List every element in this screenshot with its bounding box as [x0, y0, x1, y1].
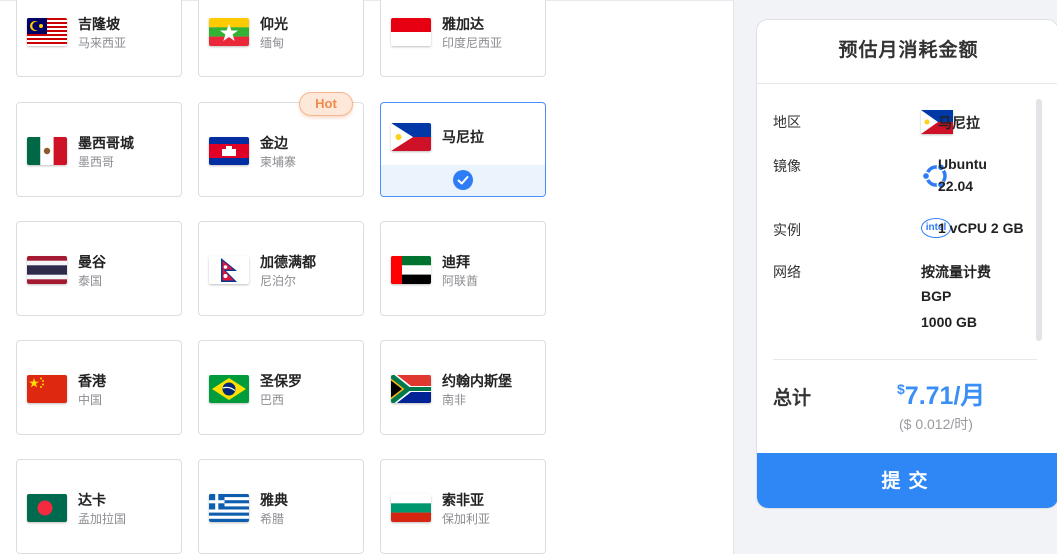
region-name: 吉隆坡: [78, 16, 120, 32]
region-country: 印度尼西亚: [442, 36, 503, 50]
currency-symbol: $: [897, 381, 905, 397]
region-name: 曼谷: [78, 254, 106, 270]
region-name: 墨西哥城: [78, 135, 134, 151]
network-type: BGP: [921, 288, 952, 304]
region-country: 巴西: [260, 393, 285, 407]
bulgaria-flag-icon: [391, 494, 431, 522]
region-country: 尼泊尔: [260, 274, 297, 288]
indonesia-flag-icon: [391, 18, 431, 46]
image-label: 镜像: [773, 158, 801, 174]
region-card-johannesburg[interactable]: 约翰内斯堡 南非: [380, 340, 546, 435]
panel-title: 预估月消耗金额: [757, 20, 1057, 84]
submit-button[interactable]: 提交: [757, 453, 1057, 508]
region-country: 希腊: [260, 512, 285, 526]
hourly-price: ($ 0.012/时): [899, 416, 973, 432]
region-name: 圣保罗: [260, 373, 302, 389]
region-card-jakarta[interactable]: 雅加达 印度尼西亚: [380, 0, 546, 77]
region-name: 雅加达: [442, 16, 484, 32]
region-card-athens[interactable]: 雅典 希腊: [198, 459, 364, 554]
instance-label: 实例: [773, 222, 801, 238]
region-name: 金边: [260, 135, 288, 151]
monthly-price: $7.71/月: [897, 376, 985, 412]
total-label: 总计: [773, 388, 812, 409]
region-name: 香港: [78, 373, 106, 389]
region-card-sao-paulo[interactable]: 圣保罗 巴西: [198, 340, 364, 435]
image-version: 22.04: [938, 178, 974, 194]
region-name: 仰光: [260, 16, 288, 32]
region-label: 地区: [773, 114, 801, 130]
region-country: 中国: [78, 393, 103, 407]
check-icon: [453, 170, 473, 190]
region-name: 加德满都: [260, 254, 316, 270]
region-card-sofia[interactable]: 索非亚 保加利亚: [380, 459, 546, 554]
region-selector: 吉隆坡 马来西亚 仰光 缅甸 雅加达 印度尼西亚 墨西哥城 墨西哥 金边 柬埔寨…: [0, 0, 733, 554]
region-country: 泰国: [78, 274, 103, 288]
order-sidebar: 预估月消耗金额 地区 马尼拉 镜像 Ubuntu 22.04 实例 intel …: [733, 0, 1057, 554]
region-country: 缅甸: [260, 36, 285, 50]
region-card-mexico-city[interactable]: 墨西哥城 墨西哥: [16, 102, 182, 197]
bangladesh-flag-icon: [27, 494, 67, 522]
region-country: 墨西哥: [78, 155, 115, 169]
region-name: 索非亚: [442, 492, 484, 508]
uae-flag-icon: [391, 256, 431, 284]
region-value: 马尼拉: [938, 115, 980, 131]
region-name: 雅典: [260, 492, 288, 508]
philippines-flag-icon: [391, 123, 431, 151]
price-amount: 7.71/月: [904, 382, 986, 410]
region-card-hong-kong[interactable]: 香港 中国: [16, 340, 182, 435]
region-country: 阿联酋: [442, 274, 479, 288]
nepal-flag-icon: [209, 256, 249, 284]
south-africa-flag-icon: [391, 375, 431, 403]
region-name: 达卡: [78, 492, 106, 508]
network-billing: 按流量计费: [921, 264, 991, 280]
malaysia-flag-icon: [27, 18, 67, 46]
cost-estimate-panel: 预估月消耗金额 地区 马尼拉 镜像 Ubuntu 22.04 实例 intel …: [756, 19, 1057, 509]
cambodia-flag-icon: [209, 137, 249, 165]
region-card-kuala-lumpur[interactable]: 吉隆坡 马来西亚: [16, 0, 182, 77]
region-card-dubai[interactable]: 迪拜 阿联酋: [380, 221, 546, 316]
network-label: 网络: [773, 264, 801, 280]
divider: [773, 359, 1037, 360]
region-card-dhaka[interactable]: 达卡 孟加拉国: [16, 459, 182, 554]
region-country: 保加利亚: [442, 512, 491, 526]
china-flag-icon: [27, 375, 67, 403]
region-card-kathmandu[interactable]: 加德满都 尼泊尔: [198, 221, 364, 316]
myanmar-flag-icon: [209, 18, 249, 46]
region-name: 马尼拉: [442, 129, 484, 145]
region-country: 马来西亚: [78, 36, 127, 50]
region-country: 孟加拉国: [78, 512, 127, 526]
network-bandwidth: 1000 GB: [921, 314, 978, 330]
hot-badge: Hot: [299, 92, 353, 116]
region-country: 南非: [442, 393, 467, 407]
region-card-bangkok[interactable]: 曼谷 泰国: [16, 221, 182, 316]
region-card-phnom-penh[interactable]: 金边 柬埔寨: [198, 102, 364, 197]
region-name: 约翰内斯堡: [442, 373, 512, 389]
image-name: Ubuntu: [938, 156, 987, 172]
brazil-flag-icon: [209, 375, 249, 403]
region-card-manila[interactable]: 马尼拉: [380, 102, 546, 197]
selected-indicator: [381, 165, 545, 196]
region-card-yangon[interactable]: 仰光 缅甸: [198, 0, 364, 77]
thailand-flag-icon: [27, 256, 67, 284]
region-name: 迪拜: [442, 254, 470, 270]
mexico-flag-icon: [27, 137, 67, 165]
scrollbar[interactable]: [1036, 99, 1042, 341]
greece-flag-icon: [209, 494, 249, 522]
instance-value: 1 vCPU 2 GB: [938, 220, 1024, 236]
region-country: 柬埔寨: [260, 155, 297, 169]
